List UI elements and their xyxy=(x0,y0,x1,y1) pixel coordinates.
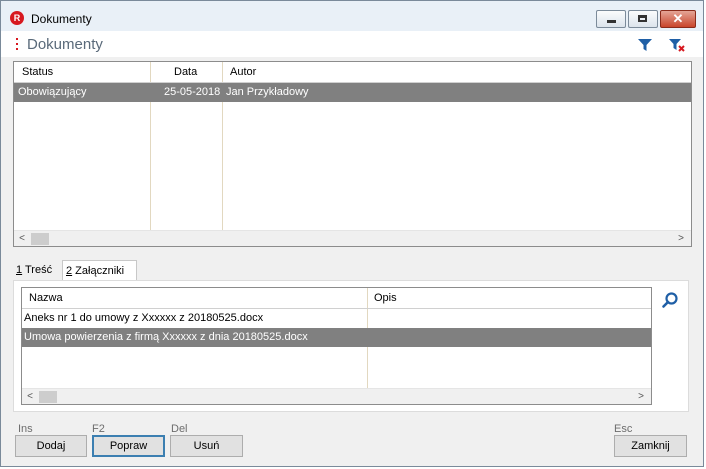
column-header-data[interactable]: Data xyxy=(174,66,197,78)
shortcut-label-ins: Ins xyxy=(18,423,33,435)
cell-data: 25-05-2018 xyxy=(164,86,221,98)
title-bar[interactable]: R Dokumenty ✕ xyxy=(1,1,703,31)
search-icon[interactable] xyxy=(661,291,679,309)
cell-nazwa: Aneks nr 1 do umowy z Xxxxxx z 20180525.… xyxy=(24,312,264,324)
scroll-right-arrow-icon[interactable]: > xyxy=(635,391,647,403)
dokumenty-window: R Dokumenty ✕ Dokumenty Status Data Auto… xyxy=(0,0,704,467)
minimize-button[interactable] xyxy=(596,10,626,28)
horizontal-scrollbar[interactable]: < > xyxy=(22,388,651,404)
shortcut-label-del: Del xyxy=(171,423,188,435)
close-button[interactable]: ✕ xyxy=(660,10,696,28)
cell-status: Obowiązujący xyxy=(18,86,87,98)
scroll-left-arrow-icon[interactable]: < xyxy=(16,233,28,245)
maximize-icon xyxy=(638,15,647,22)
page-title: Dokumenty xyxy=(27,36,103,53)
minimize-icon xyxy=(607,20,616,23)
app-logo-icon: R xyxy=(10,11,24,25)
shortcut-label-f2: F2 xyxy=(92,423,105,435)
attachments-table[interactable]: Nazwa Opis Aneks nr 1 do umowy z Xxxxxx … xyxy=(21,287,652,405)
close-icon: ✕ xyxy=(672,11,684,26)
scroll-left-arrow-icon[interactable]: < xyxy=(24,391,36,403)
maximize-button[interactable] xyxy=(628,10,658,28)
tab-tresc[interactable]: 1 Treść xyxy=(13,260,62,280)
cell-nazwa: Umowa powierzenia z firmą Xxxxxx z dnia … xyxy=(24,331,308,343)
add-button[interactable]: Dodaj xyxy=(15,435,87,457)
column-header-opis[interactable]: Opis xyxy=(374,292,397,304)
cell-autor: Jan Przykładowy xyxy=(226,86,309,98)
table-header: Status Data Autor xyxy=(14,62,691,83)
documents-table[interactable]: Status Data Autor Obowiązujący 25-05-201… xyxy=(13,61,692,247)
subheader-bar xyxy=(1,31,703,57)
delete-button[interactable]: Usuń xyxy=(170,435,243,457)
column-header-nazwa[interactable]: Nazwa xyxy=(29,292,63,304)
table-row[interactable]: Umowa powierzenia z firmą Xxxxxx z dnia … xyxy=(22,328,651,347)
table-row[interactable]: Obowiązujący 25-05-2018 Jan Przykładowy xyxy=(14,83,691,102)
edit-button[interactable]: Popraw xyxy=(92,435,165,457)
scrollbar-thumb[interactable] xyxy=(31,233,49,245)
column-header-status[interactable]: Status xyxy=(22,66,53,78)
close-dialog-button[interactable]: Zamknij xyxy=(614,435,687,457)
scrollbar-thumb[interactable] xyxy=(39,391,57,403)
horizontal-scrollbar[interactable]: < > xyxy=(14,230,691,246)
filter-clear-icon[interactable] xyxy=(668,37,686,53)
table-row[interactable]: Aneks nr 1 do umowy z Xxxxxx z 20180525.… xyxy=(22,309,651,328)
shortcut-label-esc: Esc xyxy=(614,423,633,435)
column-header-autor[interactable]: Autor xyxy=(230,66,256,78)
tab-zalaczniki[interactable]: 2 Załączniki xyxy=(62,260,137,280)
menu-dots-icon[interactable] xyxy=(16,38,19,52)
filter-icon[interactable] xyxy=(637,37,653,53)
table-header: Nazwa Opis xyxy=(22,288,651,309)
scroll-right-arrow-icon[interactable]: > xyxy=(675,233,687,245)
window-title: Dokumenty xyxy=(31,12,92,26)
